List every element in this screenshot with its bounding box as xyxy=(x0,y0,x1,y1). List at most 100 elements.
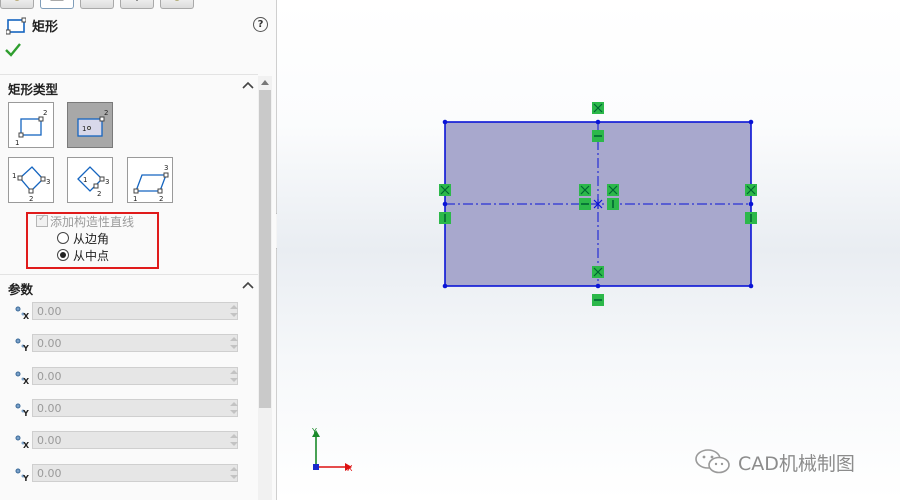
spin-down-arrow-icon[interactable] xyxy=(230,345,238,349)
spin-up-arrow-icon[interactable] xyxy=(230,434,238,438)
divider xyxy=(0,274,258,275)
rect-type-group-title: 矩形类型 xyxy=(8,82,59,97)
param-axis-label: X xyxy=(23,441,30,448)
param-spinner[interactable] xyxy=(230,367,240,385)
construction-lines-checkbox[interactable]: ✓ 添加构造性直线 xyxy=(36,213,156,229)
3point-corner-rectangle-button[interactable]: 1 3 2 xyxy=(8,157,54,203)
feature-tree-icon xyxy=(14,0,20,1)
configuration-icon xyxy=(90,0,104,3)
rectangle-tool-icon xyxy=(6,17,26,35)
param-spinner[interactable] xyxy=(230,302,240,320)
spin-up-arrow-icon[interactable] xyxy=(230,305,238,309)
panel-scrollbar[interactable] xyxy=(258,76,272,500)
3point-corner-rectangle-icon: 1 3 2 xyxy=(12,166,50,203)
property-manager-panel: 矩形 ? 矩形类型 1 2 1 2 1 3 2 1 3 2 1 2 3 ✓ 添加… xyxy=(0,0,277,500)
wechat-logo-icon xyxy=(695,449,730,474)
ok-checkmark-icon[interactable] xyxy=(5,43,21,57)
divider xyxy=(0,74,258,75)
coordinate-x-icon: X xyxy=(15,435,30,448)
param-input[interactable]: 0.00 xyxy=(32,464,238,482)
param-axis-label: Y xyxy=(22,474,29,481)
scroll-up-arrow-icon[interactable] xyxy=(261,80,269,85)
corner-rectangle-button[interactable]: 1 2 xyxy=(8,102,54,148)
coordinate-y-icon: Y xyxy=(15,403,29,416)
crosshair-icon xyxy=(136,0,138,1)
coordinate-x-icon: X xyxy=(15,371,30,384)
checkbox-box: ✓ xyxy=(36,213,48,227)
chevron-up-icon[interactable] xyxy=(242,81,254,89)
svg-text:1: 1 xyxy=(83,176,87,184)
svg-text:3: 3 xyxy=(46,178,50,186)
radio-from-corner[interactable]: 从边角 xyxy=(57,230,157,246)
spin-down-arrow-icon[interactable] xyxy=(230,442,238,446)
scrollbar-thumb[interactable] xyxy=(259,90,271,408)
svg-text:1: 1 xyxy=(82,125,86,133)
graphics-area[interactable]: Y X xyxy=(277,0,900,500)
param-axis-label: X xyxy=(23,377,30,384)
param-input[interactable]: 0.00 xyxy=(32,334,238,352)
tab-display-manager[interactable] xyxy=(160,0,194,9)
tab-configuration-manager[interactable] xyxy=(80,0,114,9)
property-list-icon xyxy=(50,0,64,1)
appearance-ball-icon xyxy=(174,0,180,1)
svg-text:2: 2 xyxy=(159,195,163,203)
svg-text:2: 2 xyxy=(29,195,33,203)
param-spinner[interactable] xyxy=(230,464,240,482)
panel-header: 矩形 ? xyxy=(6,15,268,37)
corner-rectangle-icon: 1 2 xyxy=(15,109,47,147)
param-input[interactable]: 0.00 xyxy=(32,367,238,385)
svg-text:3: 3 xyxy=(164,164,168,172)
svg-text:1: 1 xyxy=(133,195,137,203)
help-button[interactable]: ? xyxy=(253,17,268,32)
tab-dimxpert-manager[interactable] xyxy=(120,0,154,9)
param-row-x: X 0.00 xyxy=(14,431,244,451)
reference-triad: Y X xyxy=(311,427,353,473)
spin-up-arrow-icon[interactable] xyxy=(230,402,238,406)
parallelogram-button[interactable]: 1 2 3 xyxy=(127,157,173,203)
manager-tabs xyxy=(0,0,276,9)
radio-circle-selected xyxy=(57,249,69,261)
params-group-title: 参数 xyxy=(8,282,34,297)
3point-center-rectangle-button[interactable]: 1 3 2 xyxy=(67,157,113,203)
triad-y-label: Y xyxy=(311,427,317,436)
radio-from-corner-label: 从边角 xyxy=(73,232,110,246)
param-axis-label: Y xyxy=(22,344,29,351)
spin-down-arrow-icon[interactable] xyxy=(230,313,238,317)
param-row-y: Y 0.00 xyxy=(14,399,244,419)
chevron-up-icon[interactable] xyxy=(242,281,254,289)
param-axis-label: X xyxy=(23,312,30,319)
construction-lines-label: 添加构造性直线 xyxy=(50,215,135,229)
radio-from-midpoint[interactable]: 从中点 xyxy=(57,247,157,263)
panel-title: 矩形 xyxy=(32,20,59,35)
spin-up-arrow-icon[interactable] xyxy=(230,337,238,341)
spin-down-arrow-icon[interactable] xyxy=(230,475,238,479)
coordinate-y-icon: Y xyxy=(15,468,29,481)
param-spinner[interactable] xyxy=(230,334,240,352)
spin-down-arrow-icon[interactable] xyxy=(230,378,238,382)
parallelogram-icon: 1 2 3 xyxy=(133,164,169,203)
param-input[interactable]: 0.00 xyxy=(32,399,238,417)
sketch-canvas[interactable]: Y X xyxy=(277,0,900,500)
spin-down-arrow-icon[interactable] xyxy=(230,410,238,414)
rect-type-group-header[interactable]: 矩形类型 xyxy=(8,79,254,97)
svg-text:2: 2 xyxy=(43,109,47,117)
watermark-text: CAD机械制图 xyxy=(738,453,855,475)
param-spinner[interactable] xyxy=(230,399,240,417)
svg-text:3: 3 xyxy=(105,178,109,186)
params-group-header[interactable]: 参数 xyxy=(8,279,254,297)
spin-up-arrow-icon[interactable] xyxy=(230,370,238,374)
param-axis-label: Y xyxy=(22,409,29,416)
param-row-y: Y 0.00 xyxy=(14,464,244,484)
param-input[interactable]: 0.00 xyxy=(32,302,238,320)
triad-x-label: X xyxy=(347,464,353,473)
svg-text:2: 2 xyxy=(97,190,101,198)
svg-text:1: 1 xyxy=(12,172,16,180)
spin-up-arrow-icon[interactable] xyxy=(230,467,238,471)
tab-property-manager[interactable] xyxy=(40,0,74,9)
center-rectangle-button[interactable]: 1 2 xyxy=(67,102,113,148)
tab-feature-manager[interactable] xyxy=(0,0,34,9)
param-spinner[interactable] xyxy=(230,431,240,449)
watermark: CAD机械制图 xyxy=(692,448,882,475)
coordinate-y-icon: Y xyxy=(15,338,29,351)
param-input[interactable]: 0.00 xyxy=(32,431,238,449)
